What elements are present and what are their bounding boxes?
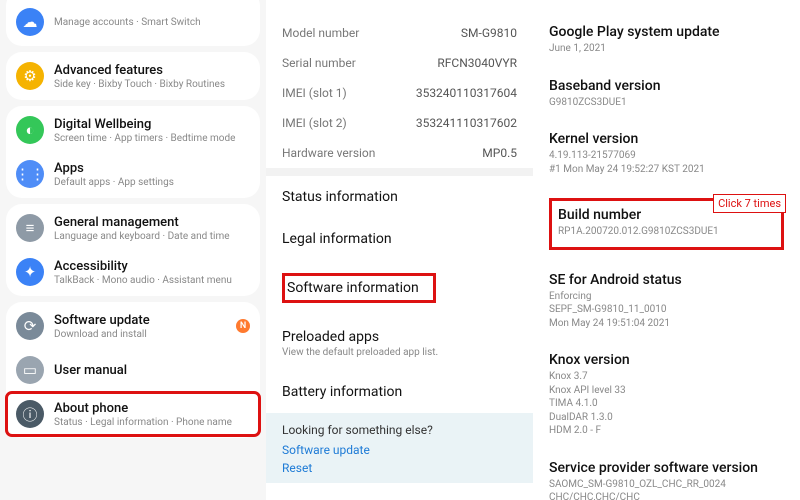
row-sub: Default apps · App settings	[54, 177, 250, 188]
item-icon: ⚙	[16, 62, 44, 90]
row-title: General management	[54, 215, 250, 230]
info-title: Service provider software version	[549, 460, 784, 476]
settings-item[interactable]: ⟳ Software updateDownload and install N	[6, 304, 260, 348]
spec-value: 353241110317602	[416, 116, 517, 130]
info-item: SE for Android status EnforcingSEPF_SM-G9…	[543, 262, 790, 343]
row-sub: Language and keyboard · Date and time	[54, 231, 250, 242]
settings-list-panel: ☁ Manage accounts · Smart Switch ⚙ Advanc…	[0, 0, 266, 500]
spec-row: Hardware versionMP0.5	[266, 138, 533, 168]
settings-item-manage-accounts[interactable]: ☁ Manage accounts · Smart Switch	[6, 0, 260, 44]
row-title: Apps	[54, 161, 250, 176]
spec-key: IMEI (slot 2)	[282, 116, 416, 130]
settings-item[interactable]: ⋮⋮ AppsDefault apps · App settings	[6, 152, 260, 196]
account-icon: ☁	[16, 8, 44, 36]
info-detail: G9810ZCS3DUE1	[549, 96, 784, 110]
spec-key: IMEI (slot 1)	[282, 86, 416, 100]
search-suggestions: Looking for something else? Software upd…	[266, 413, 533, 483]
highlight-box: Software information	[282, 273, 436, 303]
card: ⚙ Advanced featuresSide key · Bixby Touch…	[6, 52, 260, 100]
spec-row: Model numberSM-G9810	[266, 18, 533, 48]
row-sub: Manage accounts · Smart Switch	[54, 17, 250, 28]
row-title: Software update	[54, 313, 226, 328]
item-icon: ⟳	[16, 312, 44, 340]
info-detail: June 1, 2021	[549, 42, 784, 56]
spec-row: IMEI (slot 2)353241110317602	[266, 108, 533, 138]
settings-item[interactable]: ✦ AccessibilityTalkBack · Mono audio · As…	[6, 250, 260, 294]
about-link[interactable]: Legal information	[266, 218, 533, 260]
row-title: Digital Wellbeing	[54, 117, 250, 132]
spec-value: MP0.5	[482, 146, 517, 160]
info-item: Service provider software version SAOMC_S…	[543, 450, 790, 500]
item-icon: ✦	[16, 258, 44, 286]
search-prompt: Looking for something else?	[282, 423, 517, 437]
search-link-software-update[interactable]: Software update	[282, 443, 517, 457]
settings-item[interactable]: ◐ Digital WellbeingScreen time · App time…	[6, 108, 260, 152]
spec-value: RFCN3040VYR	[437, 56, 517, 70]
row-title: User manual	[54, 363, 250, 378]
separator	[266, 168, 533, 176]
spec-value: SM-G9810	[461, 26, 517, 40]
row-title: Advanced features	[54, 63, 250, 78]
info-detail: 4.19.113-21577069#1 Mon May 24 19:52:27 …	[549, 149, 784, 176]
link-sub: View the default preloaded app list.	[282, 347, 517, 358]
row-sub: Screen time · App timers · Bedtime mode	[54, 133, 250, 144]
info-item: Google Play system update June 1, 2021	[543, 14, 790, 68]
item-icon: ▭	[16, 356, 44, 384]
row-sub: Download and install	[54, 329, 226, 340]
info-title: Knox version	[549, 352, 784, 368]
item-icon: ◐	[16, 116, 44, 144]
row-sub: Side key · Bixby Touch · Bixby Routines	[54, 79, 250, 90]
info-detail: RP1A.200720.012.G9810ZCS3DUE1	[558, 225, 775, 239]
software-info-panel: Google Play system update June 1, 2021 Bas…	[533, 0, 800, 500]
row-sub: TalkBack · Mono audio · Assistant menu	[54, 275, 250, 286]
settings-item[interactable]: ⓘ About phoneStatus · Legal information ·…	[6, 392, 260, 436]
spec-key: Model number	[282, 26, 461, 40]
row-title: Accessibility	[54, 259, 250, 274]
card: ◐ Digital WellbeingScreen time · App time…	[6, 106, 260, 198]
spec-row: IMEI (slot 1)353240110317604	[266, 78, 533, 108]
info-item: Baseband version G9810ZCS3DUE1	[543, 68, 790, 122]
card: ⟳ Software updateDownload and install N ▭ Us…	[6, 302, 260, 438]
card: ≡ General managementLanguage and keyboard…	[6, 204, 260, 296]
info-title: SE for Android status	[549, 272, 784, 288]
info-item: Knox version Knox 3.7Knox API level 33TIM…	[543, 342, 790, 450]
info-title: Kernel version	[549, 131, 784, 147]
settings-item[interactable]: ▭ User manual	[6, 348, 260, 392]
spec-value: 353240110317604	[416, 86, 517, 100]
info-title: Baseband version	[549, 78, 784, 94]
about-link[interactable]: Software information	[266, 260, 533, 316]
info-item: Kernel version 4.19.113-21577069#1 Mon Ma…	[543, 121, 790, 188]
settings-item[interactable]: ⚙ Advanced featuresSide key · Bixby Touch…	[6, 54, 260, 98]
card: ☁ Manage accounts · Smart Switch	[6, 0, 260, 46]
spec-key: Serial number	[282, 56, 437, 70]
row-sub: Status · Legal information · Phone name	[54, 417, 250, 428]
about-link[interactable]: Status information	[266, 176, 533, 218]
about-phone-panel: Model numberSM-G9810Serial numberRFCN304…	[266, 0, 533, 500]
info-detail: EnforcingSEPF_SM-G9810_11_0010Mon May 24…	[549, 290, 784, 331]
spec-key: Hardware version	[282, 146, 482, 160]
item-icon: ≡	[16, 214, 44, 242]
search-link-reset[interactable]: Reset	[282, 461, 517, 475]
spec-row: Serial numberRFCN3040VYR	[266, 48, 533, 78]
info-detail: SAOMC_SM-G9810_OZL_CHC_RR_0024CHC/CHC,CH…	[549, 478, 784, 500]
annotation-click-7: Click 7 times	[713, 194, 786, 213]
item-icon: ⓘ	[16, 400, 44, 428]
about-link[interactable]: Preloaded appsView the default preloaded…	[266, 316, 533, 371]
info-title: Google Play system update	[549, 24, 784, 40]
row-title: About phone	[54, 401, 250, 416]
settings-item[interactable]: ≡ General managementLanguage and keyboard…	[6, 206, 260, 250]
update-badge: N	[236, 319, 250, 333]
item-icon: ⋮⋮	[16, 160, 44, 188]
about-link[interactable]: Battery information	[266, 371, 533, 413]
info-detail: Knox 3.7Knox API level 33TIMA 4.1.0DualD…	[549, 370, 784, 438]
info-item[interactable]: Build numberRP1A.200720.012.G9810ZCS3DUE…	[543, 188, 790, 262]
